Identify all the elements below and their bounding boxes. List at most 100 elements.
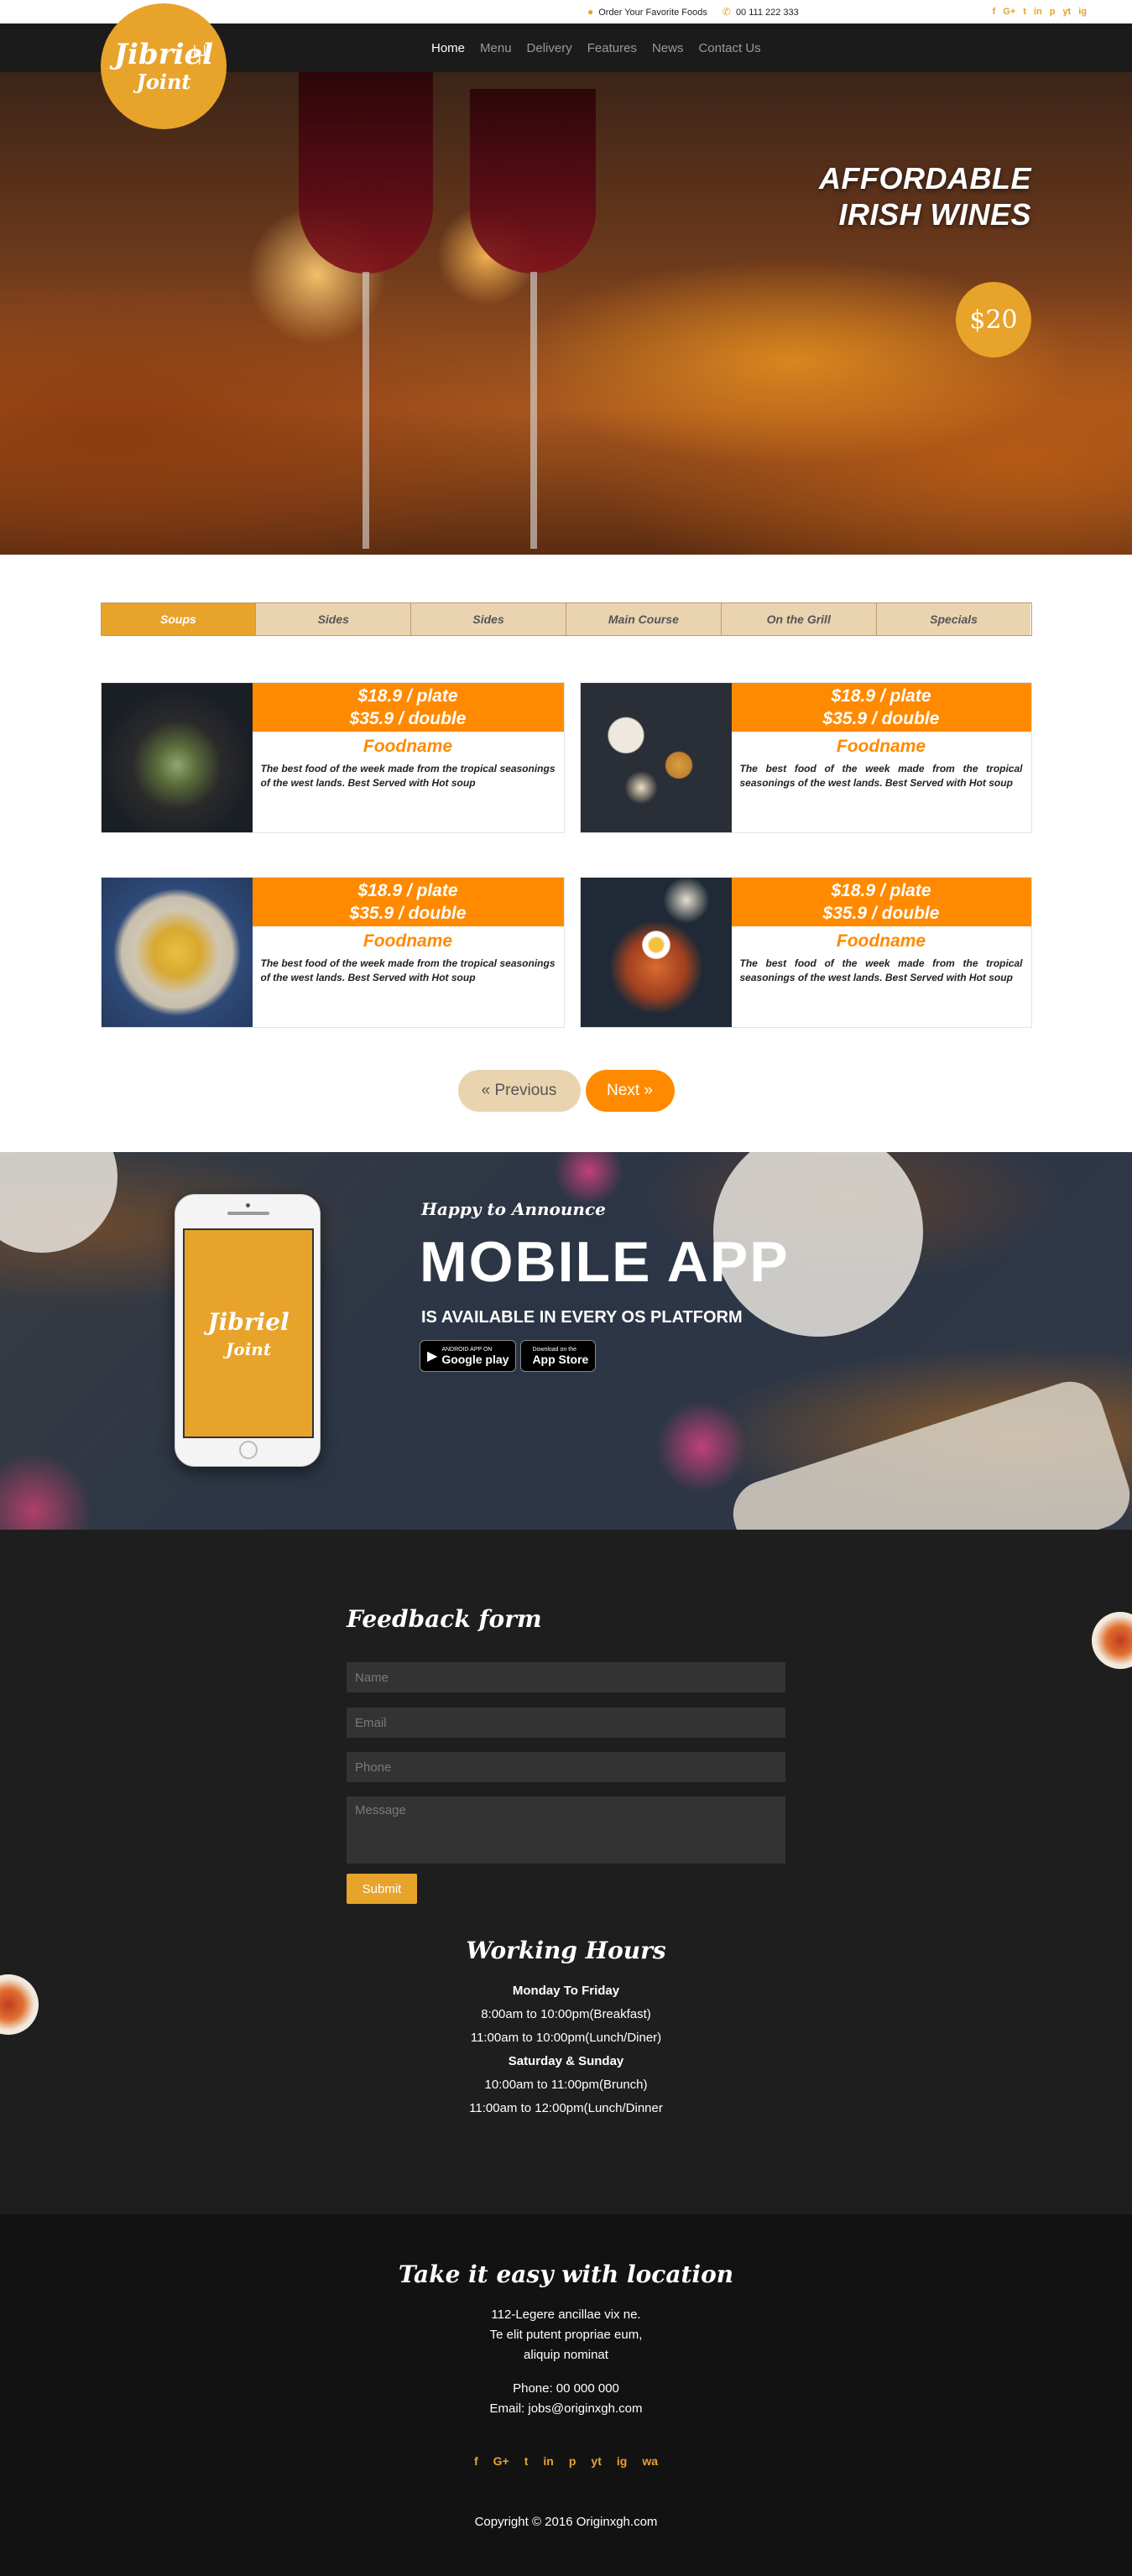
youtube-icon[interactable]: yt: [1062, 7, 1071, 17]
nav-news[interactable]: News: [652, 41, 684, 55]
food-image: [101, 878, 253, 1027]
contact-info: Phone: 00 000 000 Email: jobs@originxgh.…: [0, 2379, 1132, 2419]
food-image: [101, 683, 253, 832]
dish-decor-right: [1092, 1612, 1132, 1669]
price-double: $35.9 / double: [822, 904, 940, 923]
logo[interactable]: Jibriel Joint ⑂: [101, 3, 227, 129]
previous-button[interactable]: « Previous: [457, 1070, 581, 1112]
google-play-badge[interactable]: ▶ ANDROID APP ON Google play: [420, 1340, 517, 1372]
address-line1: 112-Legere ancillae vix ne.: [491, 2307, 641, 2322]
instagram-icon[interactable]: ig: [617, 2454, 627, 2468]
instagram-icon[interactable]: ig: [1078, 7, 1087, 17]
phone-field[interactable]: [347, 1752, 785, 1782]
paper-decor: [724, 1373, 1132, 1530]
message-field[interactable]: [347, 1796, 785, 1864]
google-plus-icon[interactable]: G+: [493, 2454, 509, 2468]
tab-soups[interactable]: Soups: [101, 603, 257, 635]
card-prices: $18.9 / plate $35.9 / double: [731, 878, 1031, 926]
address: 112-Legere ancillae vix ne. Te elit pute…: [0, 2305, 1132, 2365]
price-plate: $18.9 / plate: [357, 686, 458, 706]
feedback-section: Feedback form Submit Working Hours Monda…: [0, 1530, 1132, 2214]
wine-stem-left: [363, 272, 369, 549]
phone-text: 00 111 222 333: [735, 8, 799, 18]
nav-contact[interactable]: Contact Us: [698, 41, 760, 55]
apple-big: App Store: [532, 1352, 589, 1366]
food-desc: The best food of the week made from the …: [260, 957, 556, 983]
phone-screen: Jibriel Joint: [183, 1228, 314, 1438]
menu-card[interactable]: $18.9 / plate $35.9 / double Foodname Th…: [579, 682, 1032, 833]
hero-banner: AFFORDABLE IRISH WINES $20: [0, 72, 1132, 555]
hero-title: AFFORDABLE IRISH WINES: [819, 160, 1031, 232]
footer-email[interactable]: Email: jobs@originxgh.com: [0, 2399, 1132, 2419]
card-body: $18.9 / plate $35.9 / double Foodname Th…: [252, 878, 564, 1027]
phone-logo-line1: Jibriel: [207, 1307, 290, 1336]
nav-menu[interactable]: Menu: [480, 41, 512, 55]
next-button[interactable]: Next »: [585, 1070, 675, 1112]
copyright: Copyright © 2016 Originxgh.com: [474, 2515, 658, 2529]
food-desc: The best food of the week made from the …: [739, 957, 1023, 983]
facebook-icon[interactable]: f: [993, 7, 996, 17]
working-hours: Working Hours Monday To Friday 8:00am to…: [0, 1937, 1132, 2120]
order-text: Order Your Favorite Foods: [598, 8, 707, 18]
food-desc: The best food of the week made from the …: [739, 763, 1023, 789]
youtube-icon[interactable]: yt: [591, 2454, 601, 2468]
whatsapp-icon[interactable]: wa: [642, 2454, 658, 2468]
tab-on-the-grill[interactable]: On the Grill: [721, 603, 877, 635]
wine-glass-left: [299, 72, 433, 274]
wine-glass-right: [470, 89, 596, 274]
tab-specials[interactable]: Specials: [876, 603, 1031, 635]
hero-title-line2: IRISH WINES: [838, 197, 1031, 232]
card-prices: $18.9 / plate $35.9 / double: [252, 683, 564, 732]
footer-phone: Phone: 00 000 000: [513, 2381, 619, 2396]
home-button: [239, 1441, 258, 1459]
plate-decor: [0, 1152, 117, 1253]
app-store-badge[interactable]: Download on the App Store: [520, 1340, 597, 1372]
linkedin-icon[interactable]: in: [543, 2454, 553, 2468]
weekend-hours-1: 10:00am to 11:00pm(Brunch): [484, 2078, 648, 2092]
food-icon: ●: [587, 6, 594, 18]
hero-price-badge: $20: [956, 282, 1031, 357]
name-field[interactable]: [347, 1662, 785, 1692]
price-double: $35.9 / double: [822, 709, 940, 728]
speaker: [227, 1212, 269, 1215]
card-prices: $18.9 / plate $35.9 / double: [252, 878, 564, 926]
menu-card[interactable]: $18.9 / plate $35.9 / double Foodname Th…: [100, 682, 565, 833]
twitter-icon[interactable]: t: [524, 2454, 529, 2468]
card-body: $18.9 / plate $35.9 / double Foodname Th…: [731, 683, 1031, 832]
email-field[interactable]: [347, 1708, 785, 1738]
phone-info: ✆ 00 111 222 333: [722, 6, 799, 18]
facebook-icon[interactable]: f: [474, 2454, 478, 2468]
pinterest-icon[interactable]: p: [569, 2454, 576, 2468]
nav-links: Home Menu Delivery Features News Contact…: [431, 23, 761, 72]
pinterest-icon[interactable]: p: [1050, 7, 1056, 17]
app-title: MOBILE APP: [420, 1230, 790, 1294]
menu-card[interactable]: $18.9 / plate $35.9 / double Foodname Th…: [579, 877, 1032, 1028]
food-name: Foodname: [363, 737, 453, 756]
main-nav: Jibriel Joint ⑂ Home Menu Delivery Featu…: [0, 3, 1132, 129]
top-info: ● Order Your Favorite Foods ✆ 00 111 222 3…: [587, 0, 799, 23]
tab-sides-2[interactable]: Sides: [411, 603, 566, 635]
address-line3: aliquip nominat: [524, 2348, 608, 2362]
top-social: f G+ t in p yt ig: [993, 0, 1087, 23]
tab-sides-1[interactable]: Sides: [256, 603, 412, 635]
submit-button[interactable]: Submit: [347, 1874, 417, 1904]
twitter-icon[interactable]: t: [1023, 7, 1026, 17]
play-icon: ▶: [427, 1349, 438, 1364]
linkedin-icon[interactable]: in: [1034, 7, 1042, 17]
app-subtitle: IS AVAILABLE IN EVERY OS PLATFORM: [421, 1308, 743, 1327]
hero-title-line1: AFFORDABLE: [819, 161, 1031, 196]
camera-dot: [246, 1203, 250, 1207]
menu-section: Soups Sides Sides Main Course On the Gri…: [0, 555, 1132, 1152]
tab-main-course[interactable]: Main Course: [566, 603, 722, 635]
phone-mockup: Jibriel Joint: [175, 1194, 321, 1467]
nav-features[interactable]: Features: [587, 41, 637, 55]
app-announce: Happy to Announce: [421, 1199, 606, 1219]
nav-home[interactable]: Home: [431, 41, 465, 55]
phone-logo-line2: Joint: [225, 1338, 272, 1359]
price-double: $35.9 / double: [349, 904, 467, 923]
menu-card[interactable]: $18.9 / plate $35.9 / double Foodname Th…: [100, 877, 565, 1028]
google-plus-icon[interactable]: G+: [1003, 7, 1015, 17]
feedback-title: Feedback form: [347, 1605, 542, 1633]
card-body: $18.9 / plate $35.9 / double Foodname Th…: [252, 683, 564, 832]
nav-delivery[interactable]: Delivery: [527, 41, 572, 55]
